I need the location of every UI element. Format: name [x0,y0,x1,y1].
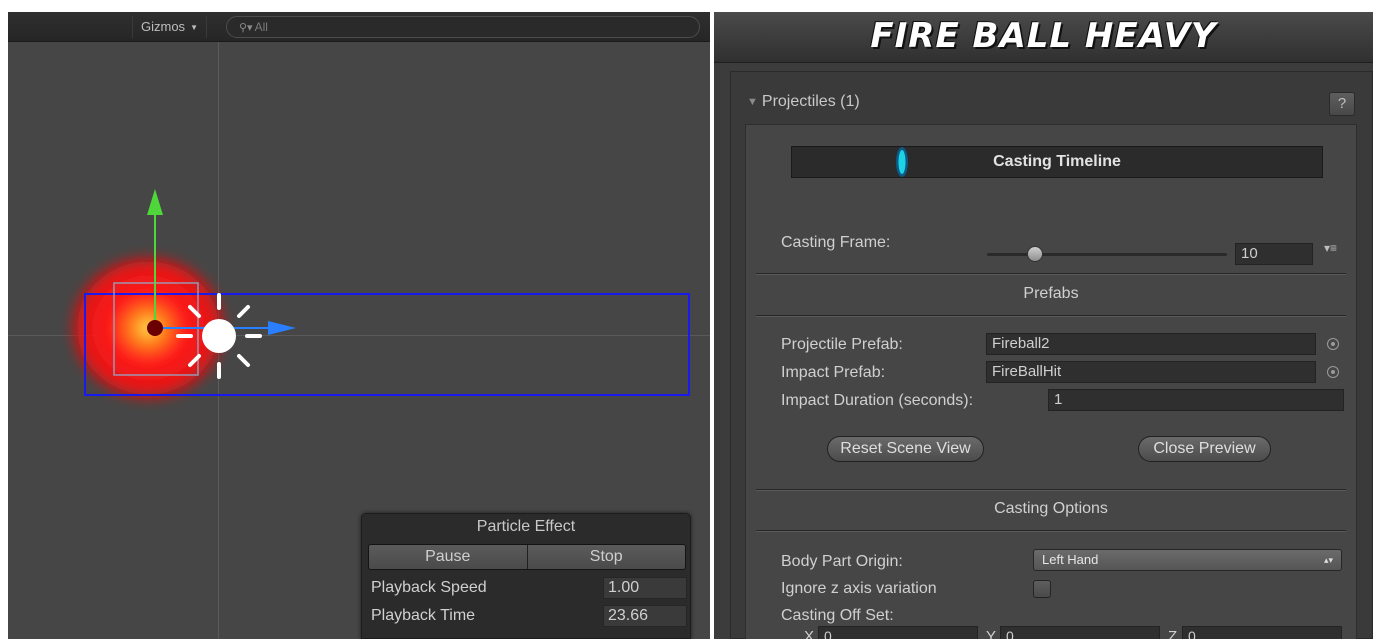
object-picker-icon[interactable] [1327,338,1339,350]
light-icon[interactable] [176,293,262,379]
casting-offset-label: Casting Off Set: [781,607,894,624]
playback-time-row: Playback Time 23.66 [371,604,687,628]
divider [756,315,1346,317]
divider [756,489,1346,491]
body-part-origin-select[interactable]: Left Hand ▴▾ [1033,549,1342,571]
scene-view[interactable]: Gizmos ▼ ⚲▾ All Particle Effect Pause St… [8,12,710,639]
reset-scene-view-button[interactable]: Reset Scene View [827,436,984,462]
projectile-settings: Casting Timeline Casting Frame: 10 ▾≡ Pr… [745,124,1357,639]
playback-time-field[interactable]: 23.66 [603,605,687,627]
offset-x-field[interactable]: 0 [818,626,978,639]
projectile-prefab-field[interactable]: Fireball2 [986,333,1316,355]
playback-speed-row: Playback Speed 1.00 [371,576,687,600]
divider [756,273,1346,275]
offset-z-field[interactable]: 0 [1182,626,1342,639]
particle-effect-panel: Particle Effect Pause Stop Playback Spee… [361,513,691,639]
y-axis-arrow-icon[interactable] [147,189,163,215]
ignore-z-axis-label: Ignore z axis variation [781,580,937,597]
playback-time-label: Playback Time [371,607,476,624]
offset-y-field[interactable]: 0 [1000,626,1160,639]
inspector-panel: FIRE BALL HEAVY ▼ Projectiles (1) ? Casti… [714,12,1373,639]
x-axis-arrow-icon[interactable] [268,321,296,335]
casting-timeline-label: Casting Timeline [993,153,1121,170]
spell-title: FIRE BALL HEAVY [870,16,1217,56]
casting-frame-slider-row: 10 ▾≡ [746,223,1358,273]
foldout-triangle-icon: ▼ [747,96,758,108]
impact-prefab-label: Impact Prefab: [781,364,886,381]
projectile-prefab-label: Projectile Prefab: [781,336,903,353]
playback-speed-field[interactable]: 1.00 [603,577,687,599]
pause-button[interactable]: Pause [369,545,527,569]
casting-options-section-title: Casting Options [994,500,1108,517]
object-picker-icon[interactable] [1327,366,1339,378]
select-arrows-icon: ▴▾ [1323,555,1333,565]
divider [756,530,1346,532]
casting-timeline[interactable]: Casting Timeline [791,146,1323,178]
help-button[interactable]: ? [1329,92,1355,116]
pivot-point [147,320,163,336]
stop-button[interactable]: Stop [526,545,685,569]
body-part-origin-value: Left Hand [1042,552,1099,567]
close-preview-button[interactable]: Close Preview [1138,436,1271,462]
inspector-header: FIRE BALL HEAVY [714,12,1373,63]
slider-menu-icon[interactable]: ▾≡ [1324,241,1337,255]
casting-frame-slider-track[interactable] [987,253,1227,256]
projectiles-foldout[interactable]: ▼ Projectiles (1) [747,93,860,111]
playback-speed-label: Playback Speed [371,579,487,596]
prefabs-section-title: Prefabs [1023,285,1079,302]
ignore-z-axis-checkbox[interactable] [1033,580,1051,598]
impact-duration-label: Impact Duration (seconds): [781,392,974,409]
casting-frame-slider-thumb[interactable] [1027,246,1043,262]
impact-duration-field[interactable]: 1 [1048,389,1344,411]
inspector-body: ▼ Projectiles (1) ? Casting Timeline Cast… [730,71,1373,639]
projectiles-header-label: Projectiles (1) [761,93,860,110]
body-part-origin-label: Body Part Origin: [781,553,903,570]
particle-effect-title: Particle Effect [476,518,576,535]
impact-prefab-field[interactable]: FireBallHit [986,361,1316,383]
casting-frame-field[interactable]: 10 [1235,243,1313,265]
particle-controls: Pause Stop [368,544,686,570]
